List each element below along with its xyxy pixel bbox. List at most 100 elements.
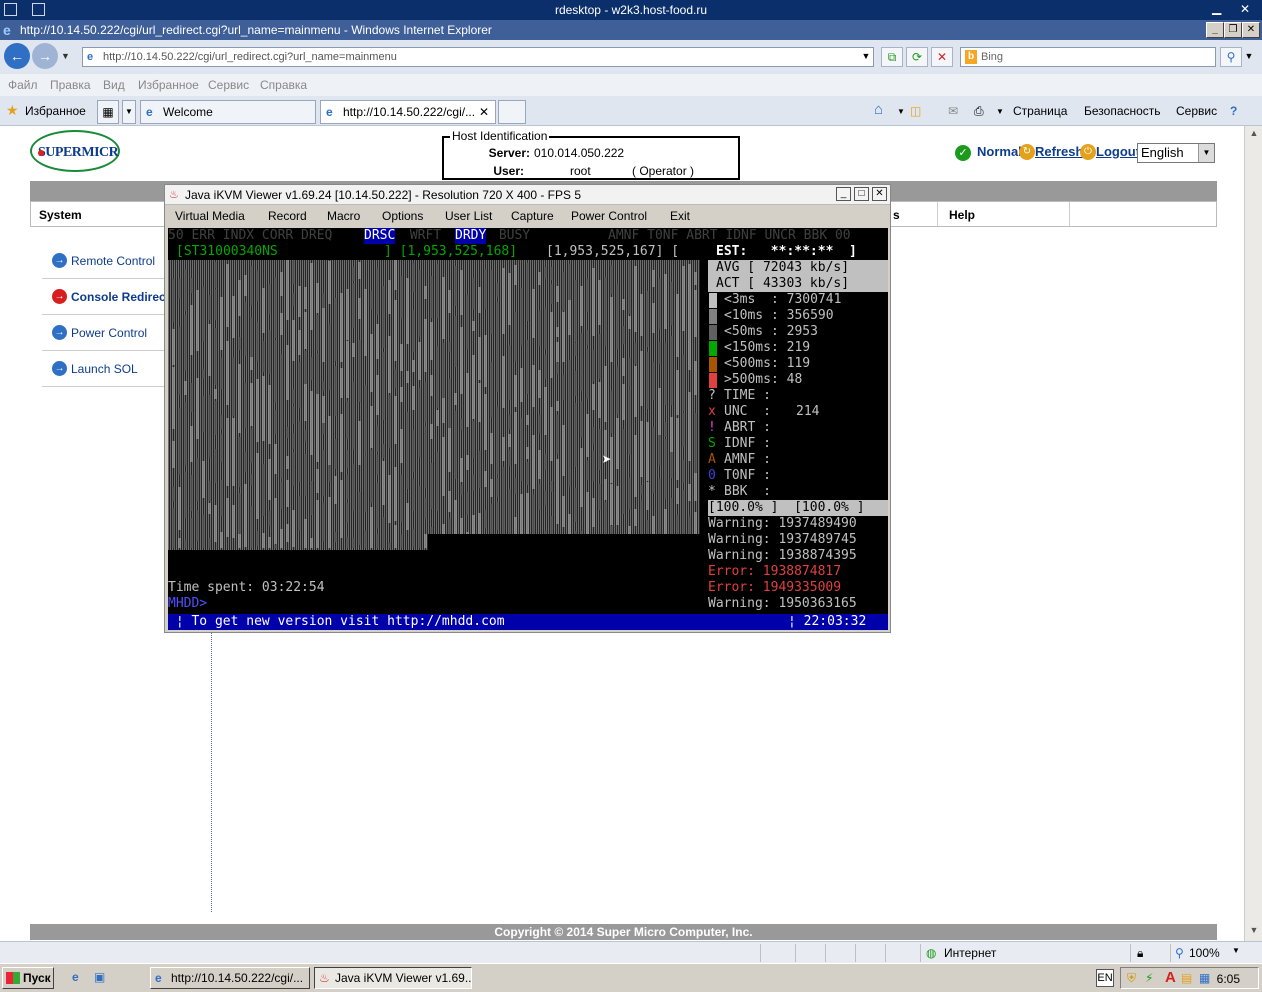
scan-block [544,355,547,379]
network-icon[interactable]: ⚡ [1145,971,1153,985]
menu-help[interactable]: Справка [260,78,307,92]
rdesktop-close-icon[interactable]: ✕ [1240,3,1253,16]
scan-block [220,297,223,350]
address-toolbar: ← → ▼ e http://10.14.50.222/cgi/url_redi… [0,40,1262,74]
tab-active[interactable]: e http://10.14.50.222/cgi/... ✕ [320,100,496,124]
home-dropdown-icon[interactable]: ▼ [897,107,905,116]
restore-button[interactable]: ❐ [1224,22,1242,38]
kvm-minimize-button[interactable]: _ [836,187,851,201]
tools-menu[interactable]: Сервис [1176,104,1217,118]
security-shield-icon[interactable]: ⛨ [1127,971,1136,986]
refresh-icon[interactable]: ⟳ [906,47,928,67]
mouse-cursor-icon: ➤ [602,450,612,469]
print-icon[interactable]: ⎙ [974,104,984,119]
menu-tools[interactable]: Сервис [208,78,249,92]
tray-app-icon[interactable]: ▤ [1181,971,1192,985]
scan-block [304,351,307,384]
scan-block [682,266,685,331]
zoom-level[interactable]: 100% [1189,946,1220,960]
adobe-icon[interactable]: A [1165,969,1176,986]
sidebar-item-remote-control[interactable]: → Remote Control [42,243,167,279]
scan-block [544,267,547,279]
scan-block [202,461,205,498]
scan-block [232,357,235,416]
scan-block [370,450,373,503]
search-input[interactable]: b Bing [960,47,1216,67]
menu-capture[interactable]: Capture [511,209,554,223]
scan-block [418,388,421,457]
tray-monitor-icon[interactable]: ▦ [1199,971,1210,985]
tab-close-icon[interactable]: ✕ [479,101,489,123]
address-input[interactable]: e http://10.14.50.222/cgi/url_redirect.c… [82,47,874,67]
compat-view-icon[interactable]: ⧉ [881,47,903,67]
quicklaunch-desktop-icon[interactable]: ▣ [94,970,105,984]
page-menu[interactable]: Страница [1013,104,1067,118]
sidebar-item-console-redirection[interactable]: → Console Redirec [42,279,167,315]
history-dropdown-icon[interactable]: ▼ [61,51,70,61]
language-indicator[interactable]: EN [1096,969,1114,987]
scan-block [232,296,235,338]
command-prompt[interactable]: MHDD> [168,596,207,612]
mail-icon[interactable]: ✉ [948,104,958,118]
taskbar-button-kvm[interactable]: ♨ Java iKVM Viewer v1.69.... [314,967,472,989]
menu-file[interactable]: Файл [8,78,38,92]
refresh-link[interactable]: Refresh [1035,144,1083,159]
scroll-down-icon[interactable]: ▼ [1247,925,1261,939]
menu-edit[interactable]: Правка [50,78,91,92]
new-tab-button[interactable] [498,100,526,124]
tab-list-icon[interactable]: ▼ [122,100,136,124]
minimize-button[interactable]: _ [1206,22,1224,38]
search-icon[interactable]: ⚲ [1220,47,1242,67]
scan-block [652,516,655,535]
menu-favorites[interactable]: Избранное [138,78,199,92]
feeds-icon[interactable]: ◫ [910,104,921,118]
scroll-up-icon[interactable]: ▲ [1247,128,1261,142]
rdesktop-minimize-icon[interactable]: ▁ [1212,2,1225,16]
search-options-icon[interactable]: ▼ [1242,47,1256,67]
favorites-button[interactable]: Избранное [25,104,86,118]
menu-macro[interactable]: Macro [327,209,360,223]
zoom-dropdown-icon[interactable]: ▼ [1232,946,1240,955]
nav-help[interactable]: Help [949,208,975,222]
menu-virtual-media[interactable]: Virtual Media [175,209,245,223]
scan-block [556,401,559,411]
scan-block [226,264,229,327]
address-dropdown-icon[interactable]: ▼ [858,47,874,67]
scan-block [562,375,565,400]
scan-block [370,291,373,309]
taskbar-button-ie[interactable]: e http://10.14.50.222/cgi/... [150,967,310,989]
back-button[interactable]: ← [4,43,30,69]
menu-options[interactable]: Options [382,209,423,223]
scan-block [370,507,373,548]
nav-system[interactable]: System [39,208,82,222]
start-button[interactable]: Пуск [2,967,54,989]
error-label: ABRT : [724,420,771,435]
protected-mode-icon[interactable]: 🔒︎ [1137,946,1143,961]
sidebar-item-power-control[interactable]: → Power Control [42,315,167,351]
menu-record[interactable]: Record [268,209,307,223]
scan-block [598,280,601,325]
kvm-maximize-button[interactable]: □ [854,187,869,201]
scan-block [316,394,319,462]
kvm-screen[interactable]: 50 ERR INDX CORR DREQ DRSC WRFT DRDY BUS… [168,228,888,630]
menu-user-list[interactable]: User List [445,209,492,223]
tab-welcome[interactable]: e Welcome [140,100,316,124]
close-button[interactable]: ✕ [1242,22,1260,38]
menu-exit[interactable]: Exit [670,209,690,223]
vertical-scrollbar[interactable]: ▲ ▼ [1244,126,1262,941]
sidebar-item-launch-sol[interactable]: → Launch SOL [42,351,167,387]
safety-menu[interactable]: Безопасность [1084,104,1161,118]
forward-button[interactable]: → [32,43,58,69]
language-select[interactable]: English ▼ [1137,143,1215,163]
menu-view[interactable]: Вид [103,78,125,92]
kvm-close-button[interactable]: ✕ [872,187,887,201]
print-dropdown-icon[interactable]: ▼ [996,107,1004,116]
help-icon[interactable]: ? [1230,104,1237,118]
menu-power-control[interactable]: Power Control [571,209,647,223]
nav-partial[interactable]: s [893,208,900,222]
quicklaunch-ie-icon[interactable]: e [72,970,79,984]
stop-icon[interactable]: ✕ [931,47,953,67]
logout-link[interactable]: Logout [1096,144,1140,159]
quick-tabs-icon[interactable]: ▦ [97,100,119,124]
home-icon[interactable]: ⌂ [874,101,883,118]
